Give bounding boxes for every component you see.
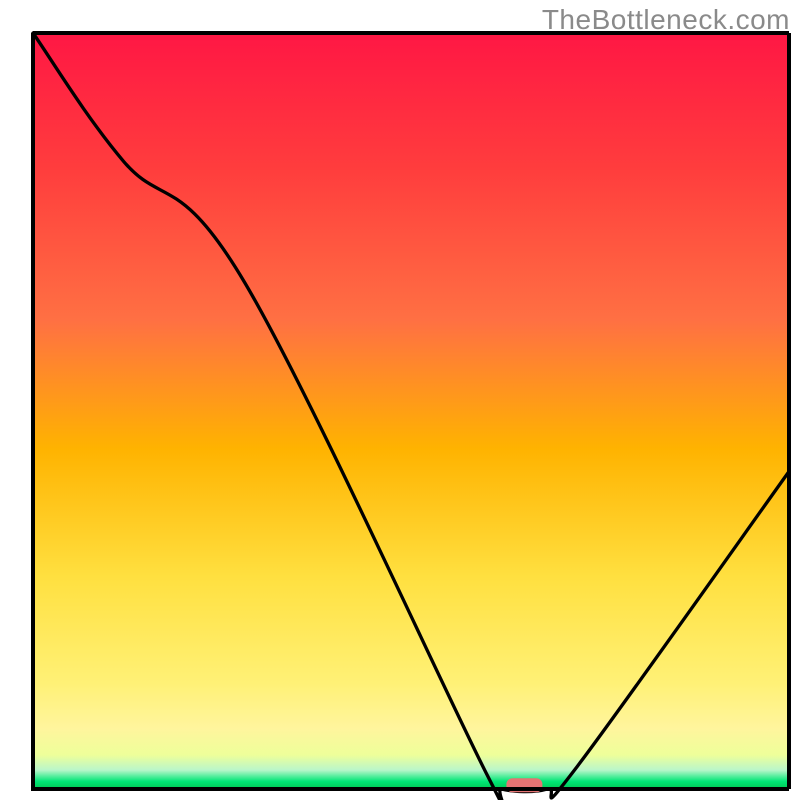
plot-background xyxy=(33,33,789,789)
bottleneck-chart: TheBottleneck.com xyxy=(0,0,800,800)
chart-svg xyxy=(0,0,800,800)
watermark-text: TheBottleneck.com xyxy=(542,4,790,36)
